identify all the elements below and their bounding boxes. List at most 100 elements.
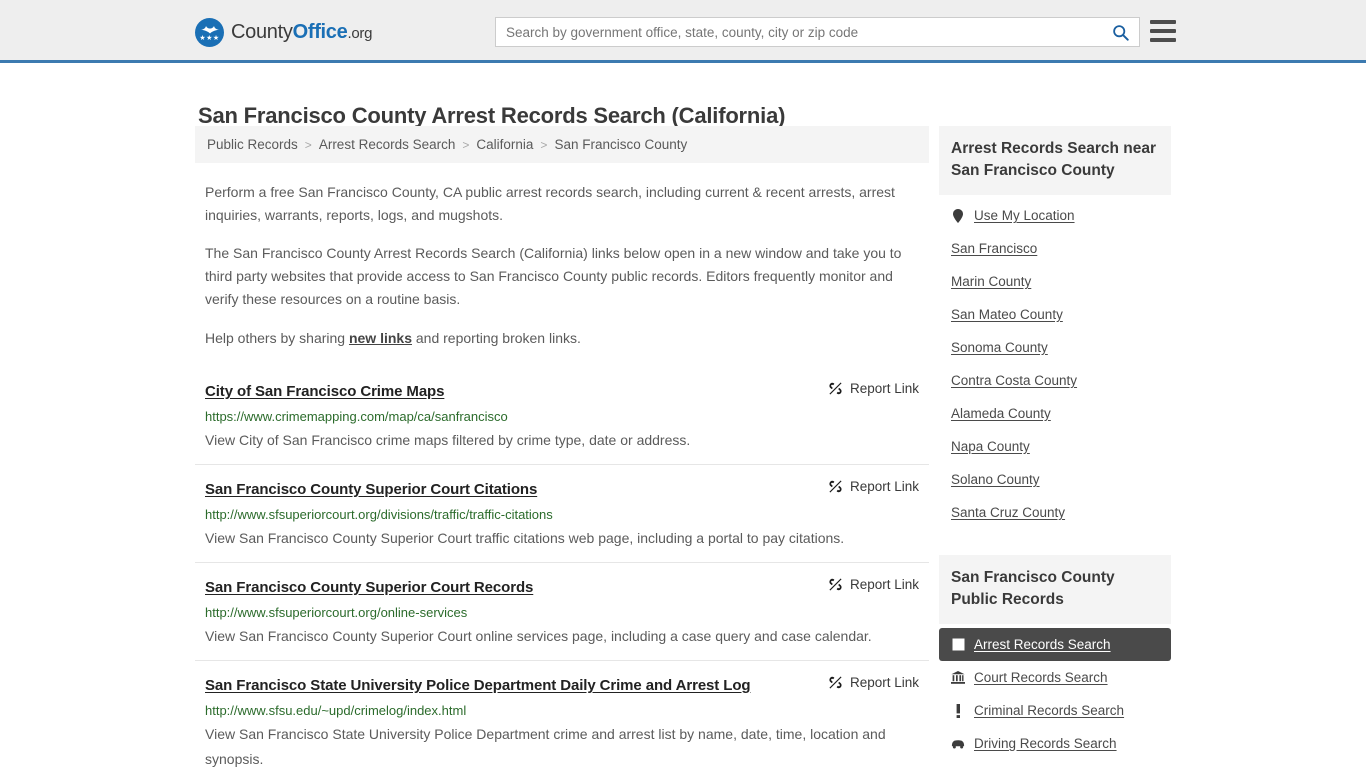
id-card-glyph xyxy=(952,638,964,651)
sidebar-link[interactable]: Court Records Search xyxy=(974,670,1108,685)
intro-paragraph-1: Perform a free San Francisco County, CA … xyxy=(205,184,895,223)
sidebar-link[interactable]: Santa Cruz County xyxy=(951,505,1065,520)
report-link-button[interactable]: Report Link xyxy=(828,674,919,690)
report-link-button[interactable]: Report Link xyxy=(828,478,919,494)
result-item: San Francisco State University Police De… xyxy=(195,660,929,768)
sidebar-link[interactable]: Sonoma County xyxy=(951,340,1048,355)
result-title-link[interactable]: San Francisco County Superior Court Cita… xyxy=(205,481,537,498)
sidebar-item-marin-county[interactable]: Marin County xyxy=(939,265,1171,298)
result-header: San Francisco County Superior Court Cita… xyxy=(205,478,919,498)
sidebar-item-solano-county[interactable]: Solano County xyxy=(939,463,1171,496)
hamburger-menu-icon[interactable] xyxy=(1150,20,1176,42)
result-header: City of San Francisco Crime Maps Report … xyxy=(205,380,919,400)
sidebar-item-san-francisco[interactable]: San Francisco xyxy=(939,232,1171,265)
site-logo-text: CountyOffice.org xyxy=(231,21,372,44)
result-title-link[interactable]: City of San Francisco Crime Maps xyxy=(205,383,444,400)
breadcrumb-separator: > xyxy=(304,137,312,152)
report-link-label: Report Link xyxy=(849,675,919,690)
sidebar-item-contra-costa-county[interactable]: Contra Costa County xyxy=(939,364,1171,397)
sidebar-item-san-mateo-county[interactable]: San Mateo County xyxy=(939,298,1171,331)
countyoffice-eagle-logo-icon: ★★★ xyxy=(195,18,224,47)
report-link-button[interactable]: Report Link xyxy=(828,576,919,592)
result-item: San Francisco County Superior Court Reco… xyxy=(195,562,929,660)
public-records-box: San Francisco County Public Records Arre… xyxy=(939,555,1171,760)
public-records-list: Arrest Records Search Court Records Sear… xyxy=(939,628,1171,760)
sidebar-item-use-my-location[interactable]: Use My Location xyxy=(939,195,1171,232)
sidebar-item-court-records-search[interactable]: Court Records Search xyxy=(939,661,1171,694)
result-url[interactable]: http://www.sfsu.edu/~upd/crimelog/index.… xyxy=(205,703,919,718)
nearby-searches-heading: Arrest Records Search near San Francisco… xyxy=(939,126,1171,195)
logo-text-org: .org xyxy=(347,25,373,42)
nearby-searches-list: Use My Location San Francisco Marin Coun… xyxy=(939,195,1171,529)
result-url[interactable]: https://www.crimemapping.com/map/ca/sanf… xyxy=(205,409,919,424)
intro-paragraph-2: The San Francisco County Arrest Records … xyxy=(205,245,902,307)
exclamation-icon xyxy=(951,703,965,718)
magnifier-glyph xyxy=(1112,24,1129,41)
page-title: San Francisco County Arrest Records Sear… xyxy=(198,102,786,128)
public-records-heading: San Francisco County Public Records xyxy=(939,555,1171,624)
intro-paragraph-3: Help others by sharing new links and rep… xyxy=(195,327,929,350)
result-list: City of San Francisco Crime Maps Report … xyxy=(195,367,929,768)
main-content-column: Public Records > Arrest Records Search >… xyxy=(195,126,929,768)
result-header: San Francisco County Superior Court Reco… xyxy=(205,576,919,596)
site-logo[interactable]: ★★★ CountyOffice.org xyxy=(195,18,372,47)
breadcrumb-separator: > xyxy=(462,137,470,152)
sidebar-item-alameda-county[interactable]: Alameda County xyxy=(939,397,1171,430)
sidebar-link[interactable]: San Francisco xyxy=(951,241,1037,256)
new-links-link[interactable]: new links xyxy=(349,330,412,346)
report-link-button[interactable]: Report Link xyxy=(828,380,919,396)
intro-text-after-link: and reporting broken links. xyxy=(412,330,581,346)
sidebar-item-criminal-records-search[interactable]: Criminal Records Search xyxy=(939,694,1171,727)
sidebar-item-napa-county[interactable]: Napa County xyxy=(939,430,1171,463)
search-icon[interactable] xyxy=(1101,18,1139,46)
breadcrumb-item-san-francisco-county[interactable]: San Francisco County xyxy=(554,137,687,152)
courthouse-icon xyxy=(951,671,965,684)
result-item: City of San Francisco Crime Maps Report … xyxy=(195,367,929,464)
intro-text-before-link: Help others by sharing xyxy=(205,330,349,346)
sidebar-link[interactable]: Marin County xyxy=(951,274,1031,289)
result-description: View San Francisco State University Poli… xyxy=(205,726,886,767)
car-icon xyxy=(951,739,965,749)
result-description: View San Francisco County Superior Court… xyxy=(205,530,845,546)
result-header: San Francisco State University Police De… xyxy=(205,674,919,694)
sidebar-item-arrest-records-search[interactable]: Arrest Records Search xyxy=(939,628,1171,661)
eagle-icon xyxy=(200,26,219,34)
result-item: San Francisco County Superior Court Cita… xyxy=(195,464,929,562)
nearby-searches-box: Arrest Records Search near San Francisco… xyxy=(939,126,1171,529)
broken-link-icon xyxy=(829,480,842,493)
result-url[interactable]: http://www.sfsuperiorcourt.org/online-se… xyxy=(205,605,919,620)
sidebar-item-driving-records-search[interactable]: Driving Records Search xyxy=(939,727,1171,760)
breadcrumb: Public Records > Arrest Records Search >… xyxy=(195,126,929,163)
broken-link-icon xyxy=(829,382,842,395)
sidebar-link[interactable]: Arrest Records Search xyxy=(974,637,1111,652)
result-url[interactable]: http://www.sfsuperiorcourt.org/divisions… xyxy=(205,507,919,522)
sidebar-link[interactable]: Contra Costa County xyxy=(951,373,1077,388)
breadcrumb-item-california[interactable]: California xyxy=(476,137,533,152)
sidebar-link[interactable]: Alameda County xyxy=(951,406,1051,421)
sidebar-link[interactable]: Solano County xyxy=(951,472,1040,487)
result-title-link[interactable]: San Francisco State University Police De… xyxy=(205,677,751,694)
result-description: View San Francisco County Superior Court… xyxy=(205,628,872,644)
sidebar-link[interactable]: Driving Records Search xyxy=(974,736,1117,751)
breadcrumb-item-arrest-records-search[interactable]: Arrest Records Search xyxy=(319,137,456,152)
sidebar-link[interactable]: San Mateo County xyxy=(951,307,1063,322)
sidebar: Arrest Records Search near San Francisco… xyxy=(939,126,1171,764)
broken-link-icon xyxy=(829,676,842,689)
sidebar-link[interactable]: Criminal Records Search xyxy=(974,703,1124,718)
sidebar-item-sonoma-county[interactable]: Sonoma County xyxy=(939,331,1171,364)
breadcrumb-item-public-records[interactable]: Public Records xyxy=(207,137,298,152)
logo-text-office: Office xyxy=(292,21,348,43)
map-pin-icon xyxy=(951,208,965,223)
result-title-link[interactable]: San Francisco County Superior Court Reco… xyxy=(205,579,533,596)
search-input[interactable] xyxy=(496,18,1101,46)
search-bar[interactable] xyxy=(495,17,1140,47)
sidebar-link[interactable]: Use My Location xyxy=(974,208,1075,223)
report-link-label: Report Link xyxy=(849,577,919,592)
sidebar-item-santa-cruz-county[interactable]: Santa Cruz County xyxy=(939,496,1171,529)
sidebar-link[interactable]: Napa County xyxy=(951,439,1030,454)
broken-link-icon xyxy=(829,578,842,591)
site-header: ★★★ CountyOffice.org xyxy=(0,0,1366,63)
report-link-label: Report Link xyxy=(849,479,919,494)
result-description: View City of San Francisco crime maps fi… xyxy=(205,432,691,448)
menu-bar-3 xyxy=(1150,38,1176,42)
